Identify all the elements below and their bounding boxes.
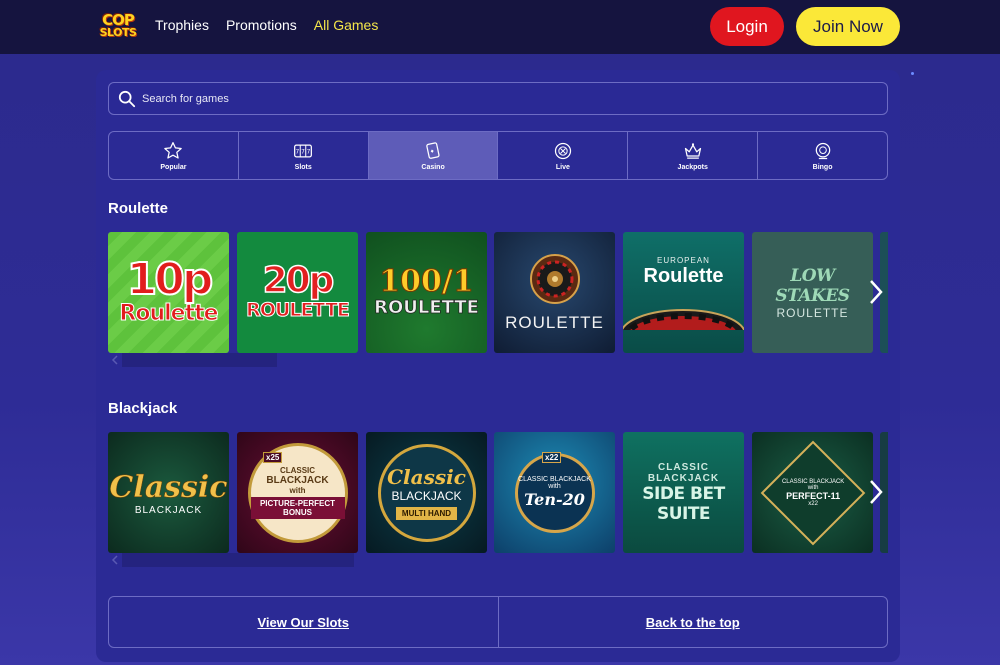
search-icon <box>118 90 136 108</box>
category-tabs: Popular 777 Slots Casino Live Jackpots B… <box>108 131 888 180</box>
nav-promotions[interactable]: Promotions <box>226 17 297 33</box>
game-title: 10p <box>126 254 215 306</box>
main-nav: Trophies Promotions All Games <box>155 17 378 33</box>
roulette-carousel: 10p Roulette 20p ROULETTE 100/1 ROULETTE… <box>108 232 888 353</box>
tab-label: Jackpots <box>677 163 708 171</box>
game-tile-20p-roulette[interactable]: 20p ROULETTE <box>237 232 358 353</box>
game-title: LOW STAKES <box>775 265 850 306</box>
tab-live[interactable]: Live <box>498 132 629 179</box>
blackjack-carousel: Classic BLACKJACK x25 CLASSIC BLACKJACK … <box>108 432 888 553</box>
game-subtitle: BLACKJACK <box>391 489 462 503</box>
cop-slots-logo[interactable]: COP SLOTS <box>96 6 140 46</box>
star-icon <box>164 141 183 159</box>
chevron-right-icon[interactable] <box>866 477 886 507</box>
game-subtitle: Roulette <box>643 264 724 287</box>
tab-label: Live <box>555 163 570 171</box>
game-banner: PICTURE-PERFECT BONUS <box>250 497 345 519</box>
tab-label: Slots <box>294 163 312 171</box>
game-tile-european-roulette[interactable]: EUROPEAN Roulette <box>623 232 744 353</box>
game-subtitle: ROULETTE <box>374 297 480 319</box>
tab-bingo[interactable]: Bingo <box>758 132 887 179</box>
game-kicker: CLASSIC <box>279 466 316 475</box>
nav-all-games[interactable]: All Games <box>314 17 379 33</box>
tab-label: Bingo <box>812 163 833 171</box>
carousel-scrollbar[interactable] <box>122 353 277 367</box>
game-tile-perfect-11-blackjack[interactable]: CLASSIC BLACKJACK with PERFECT-11 x22 <box>752 432 873 553</box>
game-tile-low-stakes-roulette[interactable]: LOW STAKES ROULETTE <box>752 232 873 353</box>
bingo-ball-icon <box>815 142 830 159</box>
game-tile-ten-20-blackjack[interactable]: x22 CLASSIC BLACKJACK with Ten-20 <box>494 432 615 553</box>
login-button[interactable]: Login <box>710 7 784 46</box>
game-subtitle: Roulette <box>119 300 219 326</box>
chevron-left-icon[interactable] <box>110 355 120 365</box>
game-title: BLACKJACK <box>266 475 329 486</box>
svg-text:7: 7 <box>296 149 300 155</box>
game-connector: with <box>807 484 818 491</box>
game-title: PERFECT-11 <box>785 490 840 501</box>
game-title: Classic <box>109 469 228 505</box>
section-title-roulette: Roulette <box>108 200 168 217</box>
game-diamond-text: CLASSIC BLACKJACK with PERFECT-11 x22 <box>781 478 843 506</box>
game-tile-roulette[interactable]: ROULETTE <box>494 232 615 353</box>
game-title: Classic <box>387 465 466 489</box>
multiplier-badge: x22 <box>807 500 818 507</box>
join-now-button[interactable]: Join Now <box>796 7 900 46</box>
chevron-right-icon[interactable] <box>866 277 886 307</box>
tab-label: Popular <box>160 163 187 171</box>
game-tile-classic-blackjack[interactable]: Classic BLACKJACK <box>108 432 229 553</box>
game-title: 20p <box>262 260 335 302</box>
game-subtitle: BLACKJACK <box>134 504 203 516</box>
tab-label: Casino <box>421 163 445 171</box>
game-tile-picture-perfect-blackjack[interactable]: x25 CLASSIC BLACKJACK with PICTURE-PERFE… <box>237 432 358 553</box>
game-subtitle: SIDE BET SUITE <box>642 483 725 524</box>
game-title: Ten-20 <box>524 490 585 509</box>
game-disc: CLASSIC BLACKJACK with Ten-20 <box>514 452 595 533</box>
tab-popular[interactable]: Popular <box>109 132 239 179</box>
slot-reels-icon: 777 <box>294 144 313 157</box>
game-title: 100/1 <box>379 264 474 299</box>
crown-icon <box>684 142 701 159</box>
section-title-blackjack: Blackjack <box>108 400 178 417</box>
wheel-rim-graphic <box>623 308 744 330</box>
svg-text:7: 7 <box>301 149 305 155</box>
tab-jackpots[interactable]: Jackpots <box>628 132 759 179</box>
search-bar[interactable] <box>108 82 888 115</box>
search-input[interactable] <box>142 83 842 114</box>
decorative-dot <box>911 72 914 75</box>
chevron-left-icon[interactable] <box>110 555 120 565</box>
game-connector: with <box>289 486 306 495</box>
game-kicker: CLASSIC BLACKJACK <box>647 461 720 484</box>
multiplier-badge: x25 <box>263 452 283 463</box>
game-tile-100-1-roulette[interactable]: 100/1 ROULETTE <box>366 232 487 353</box>
tab-slots[interactable]: 777 Slots <box>239 132 369 179</box>
back-to-top-link[interactable]: Back to the top <box>499 597 888 647</box>
carousel-scrollbar[interactable] <box>122 553 354 567</box>
roulette-wheel-icon <box>554 142 572 159</box>
nav-trophies[interactable]: Trophies <box>155 17 209 33</box>
multiplier-badge: x22 <box>542 452 562 463</box>
game-subtitle: ROULETTE <box>246 298 351 321</box>
site-header: COP SLOTS Trophies Promotions All Games … <box>0 0 1000 54</box>
game-tile-10p-roulette[interactable]: 10p Roulette <box>108 232 229 353</box>
game-subtitle: ROULETTE <box>505 312 604 332</box>
game-diamond: CLASSIC BLACKJACK with PERFECT-11 x22 <box>760 440 865 545</box>
game-tile-classic-blackjack-multi-hand[interactable]: Classic BLACKJACK MULTI HAND <box>366 432 487 553</box>
footer-links: View Our Slots Back to the top <box>108 596 888 648</box>
game-subtitle: ROULETTE <box>776 305 849 320</box>
cards-icon <box>426 141 440 159</box>
game-tile-side-bet-suite[interactable]: CLASSIC BLACKJACK SIDE BET SUITE <box>623 432 744 553</box>
game-kicker: CLASSIC BLACKJACK <box>518 476 591 483</box>
svg-text:7: 7 <box>307 149 311 155</box>
roulette-wheel-icon <box>529 253 580 304</box>
game-connector: with <box>548 483 561 490</box>
game-disc: Classic BLACKJACK MULTI HAND <box>377 443 476 542</box>
view-our-slots-link[interactable]: View Our Slots <box>109 597 499 647</box>
game-kicker: CLASSIC BLACKJACK <box>781 478 844 485</box>
logo-text-line2: SLOTS <box>99 25 137 39</box>
game-kicker: EUROPEAN <box>657 255 710 265</box>
tab-casino[interactable]: Casino <box>368 132 499 179</box>
game-banner: MULTI HAND <box>395 507 458 520</box>
